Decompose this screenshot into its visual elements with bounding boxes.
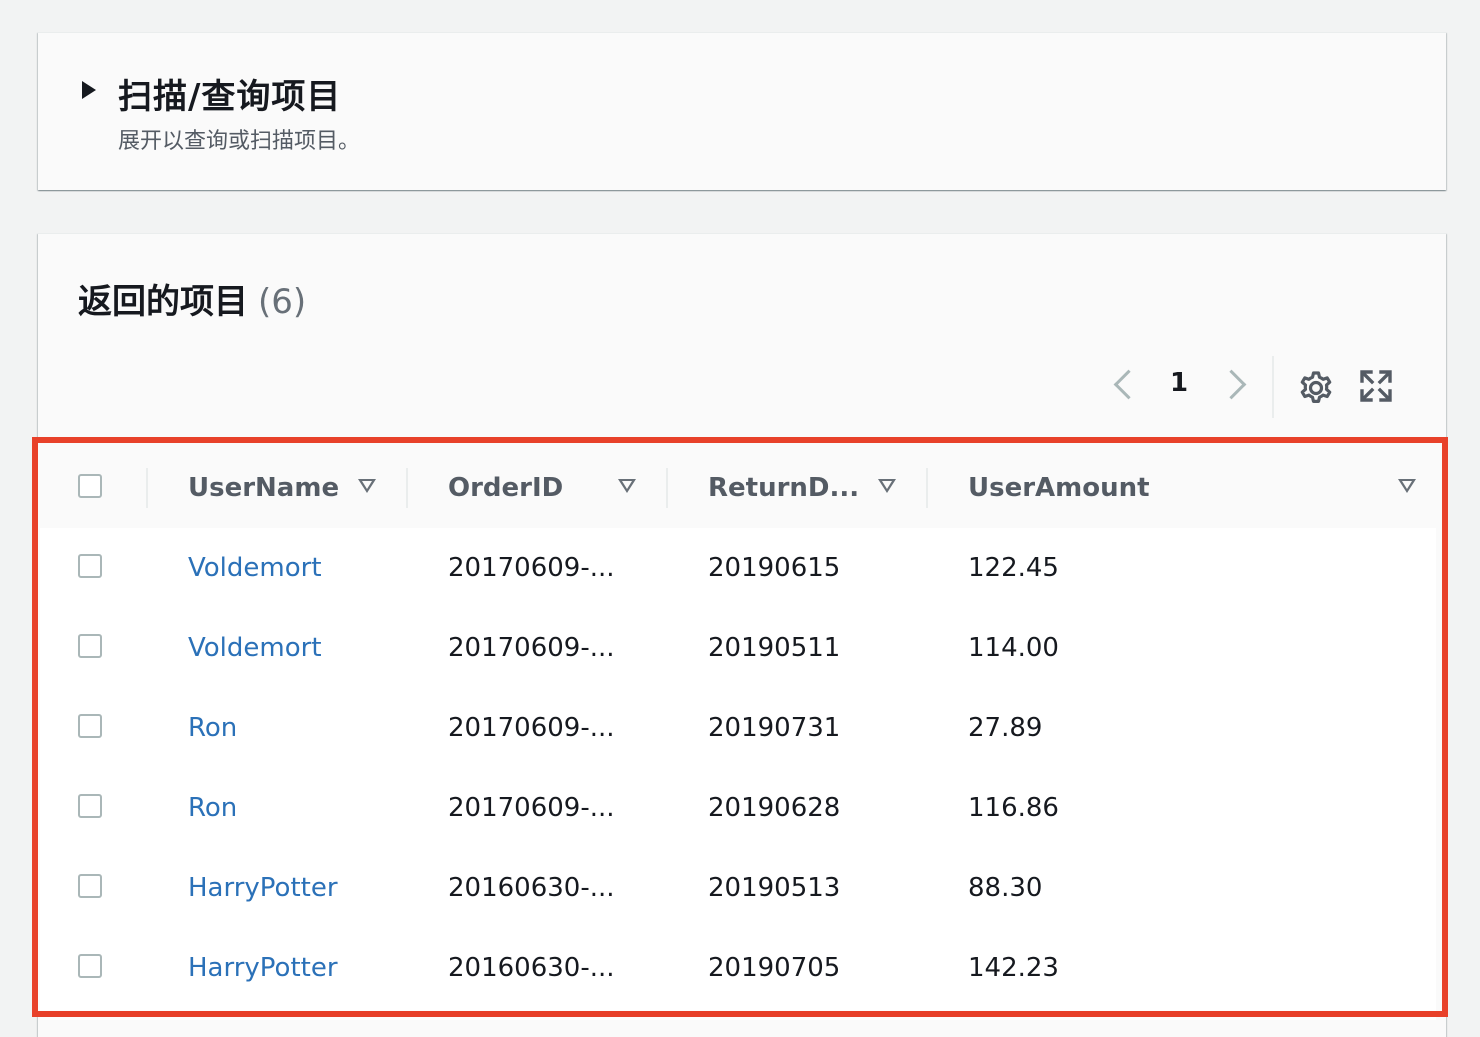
returned-items-count: (6)	[258, 282, 307, 322]
return-date-cell: 20190628	[708, 793, 841, 823]
pagination-current-page[interactable]: 1	[1170, 368, 1188, 398]
chevron-right-icon[interactable]	[1216, 369, 1247, 400]
row-checkbox[interactable]	[78, 794, 102, 818]
order-id-cell: 20170609-...	[448, 633, 615, 663]
order-id-cell: 20170609-...	[448, 553, 615, 583]
username-link[interactable]: HarryPotter	[188, 848, 338, 928]
column-header-useramount[interactable]: UserAmount	[968, 448, 1150, 528]
table-row: Ron 20170609-... 20190628 116.86	[40, 768, 1436, 849]
order-id-cell: 20170609-...	[448, 713, 615, 743]
returned-items-title: 返回的项目	[78, 282, 248, 322]
select-all-checkbox[interactable]	[78, 474, 102, 498]
chevron-left-icon[interactable]	[1113, 369, 1144, 400]
return-date-cell: 20190705	[708, 953, 841, 983]
user-amount-cell: 116.86	[968, 793, 1059, 823]
gear-icon[interactable]	[1296, 368, 1336, 408]
row-checkbox[interactable]	[78, 634, 102, 658]
table-row: HarryPotter 20160630-... 20190513 88.30	[40, 848, 1436, 929]
table-row: Voldemort 20170609-... 20190511 114.00	[40, 608, 1436, 689]
sort-down-icon[interactable]	[618, 479, 636, 493]
table-row: HarryPotter 20160630-... 20190705 142.23	[40, 928, 1436, 1008]
row-checkbox[interactable]	[78, 554, 102, 578]
return-date-cell: 20190511	[708, 633, 841, 663]
user-amount-cell: 88.30	[968, 873, 1043, 903]
return-date-cell: 20190731	[708, 713, 841, 743]
toolbar-divider	[1272, 356, 1274, 418]
username-link[interactable]: Ron	[188, 688, 237, 768]
order-id-cell: 20160630-...	[448, 873, 615, 903]
caret-right-icon[interactable]	[82, 81, 96, 99]
row-checkbox[interactable]	[78, 954, 102, 978]
sort-down-icon[interactable]	[358, 479, 376, 493]
return-date-cell: 20190615	[708, 553, 841, 583]
column-divider	[406, 468, 408, 508]
column-header-returndate[interactable]: ReturnD...	[708, 448, 859, 528]
sort-down-icon[interactable]	[878, 479, 896, 493]
scan-query-description: 展开以查询或扫描项目。	[118, 129, 361, 154]
column-header-orderid[interactable]: OrderID	[448, 448, 563, 528]
returned-items-heading: 返回的项目 (6)	[78, 274, 306, 323]
username-link[interactable]: HarryPotter	[188, 928, 338, 1008]
results-table: UserName OrderID ReturnD... UserAmount V…	[40, 448, 1436, 1020]
row-checkbox[interactable]	[78, 714, 102, 738]
table-row: Voldemort 20170609-... 20190615 122.45	[40, 528, 1436, 609]
returned-items-panel: 返回的项目 (6) 1 UserName OrderID ReturnD... …	[38, 233, 1446, 1037]
column-header-username[interactable]: UserName	[188, 448, 339, 528]
user-amount-cell: 122.45	[968, 553, 1059, 583]
user-amount-cell: 114.00	[968, 633, 1059, 663]
user-amount-cell: 27.89	[968, 713, 1043, 743]
sort-down-icon[interactable]	[1398, 479, 1416, 493]
return-date-cell: 20190513	[708, 873, 841, 903]
scan-query-panel: 扫描/查询项目 展开以查询或扫描项目。	[38, 32, 1446, 190]
column-divider	[666, 468, 668, 508]
username-link[interactable]: Ron	[188, 768, 237, 848]
row-checkbox[interactable]	[78, 874, 102, 898]
column-divider	[146, 468, 148, 508]
table-header-row: UserName OrderID ReturnD... UserAmount	[40, 448, 1436, 529]
order-id-cell: 20170609-...	[448, 793, 615, 823]
table-row: Ron 20170609-... 20190731 27.89	[40, 688, 1436, 769]
scan-query-title[interactable]: 扫描/查询项目	[118, 69, 341, 118]
fullscreen-icon[interactable]	[1358, 368, 1394, 404]
username-link[interactable]: Voldemort	[188, 608, 322, 688]
order-id-cell: 20160630-...	[448, 953, 615, 983]
username-link[interactable]: Voldemort	[188, 528, 322, 608]
user-amount-cell: 142.23	[968, 953, 1059, 983]
column-divider	[926, 468, 928, 508]
